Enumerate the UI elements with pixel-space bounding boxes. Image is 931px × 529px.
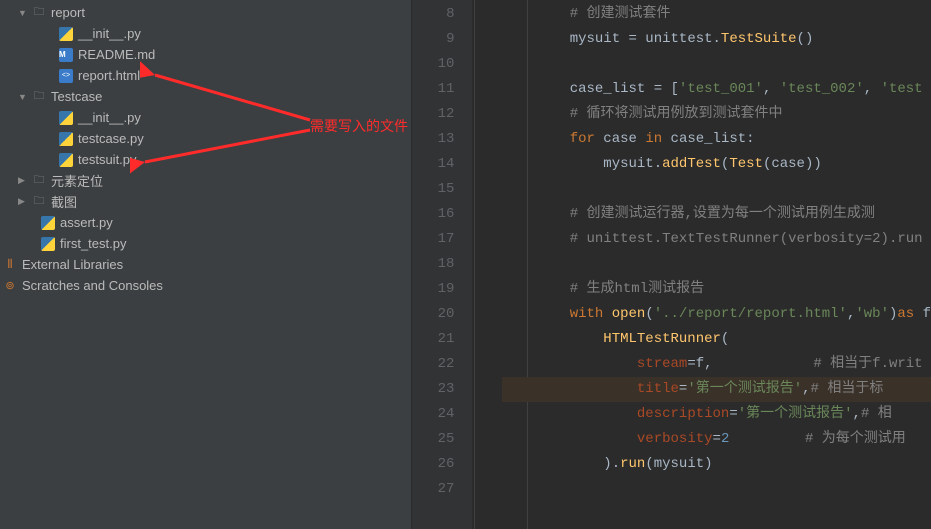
tree-label: 截图 bbox=[51, 192, 77, 211]
tree-folder-yuansu[interactable]: ▶ 🗀 元素定位 bbox=[0, 170, 411, 191]
folder-icon: 🗀 bbox=[31, 5, 47, 21]
line-number: 17 bbox=[412, 227, 454, 252]
tree-file-assert[interactable]: assert.py bbox=[0, 212, 411, 233]
tree-label: Scratches and Consoles bbox=[22, 278, 163, 293]
line-number: 11 bbox=[412, 77, 454, 102]
code-line: case_list = ['test_001', 'test_002', 'te… bbox=[502, 77, 931, 102]
annotation-text: 需要写入的文件 bbox=[310, 116, 408, 136]
folder-icon: 🗀 bbox=[31, 89, 47, 105]
line-number: 25 bbox=[412, 427, 454, 452]
code-line: # 创建测试运行器,设置为每一个测试用例生成测 bbox=[502, 202, 931, 227]
tree-file-report-html[interactable]: report.html bbox=[0, 65, 411, 86]
line-number: 8 bbox=[412, 2, 454, 27]
code-line: HTMLTestRunner( bbox=[502, 327, 931, 352]
tree-label: report.html bbox=[78, 68, 140, 83]
folder-icon: 🗀 bbox=[31, 173, 47, 189]
line-number: 18 bbox=[412, 252, 454, 277]
python-file-icon bbox=[58, 152, 74, 168]
expand-arrow-icon: ▼ bbox=[18, 92, 28, 102]
line-number: 26 bbox=[412, 452, 454, 477]
tree-file-first-test[interactable]: first_test.py bbox=[0, 233, 411, 254]
code-line: mysuit = unittest.TestSuite() bbox=[502, 27, 931, 52]
code-line bbox=[502, 252, 931, 277]
tree-file-readme[interactable]: README.md bbox=[0, 44, 411, 65]
libraries-icon: ⫴ bbox=[2, 257, 18, 273]
line-number: 15 bbox=[412, 177, 454, 202]
tree-label: report bbox=[51, 5, 85, 20]
tree-label: Testcase bbox=[51, 89, 102, 104]
code-line: mysuit.addTest(Test(case)) bbox=[502, 152, 931, 177]
scratches-icon: ⊚ bbox=[2, 278, 18, 294]
code-line bbox=[502, 52, 931, 77]
code-editor[interactable]: 8 9 10 11 12 13 14 15 16 17 18 19 20 21 … bbox=[412, 0, 931, 529]
line-number: 14 bbox=[412, 152, 454, 177]
tree-folder-jietu[interactable]: ▶ 🗀 截图 bbox=[0, 191, 411, 212]
python-file-icon bbox=[58, 26, 74, 42]
markdown-file-icon bbox=[58, 47, 74, 63]
collapse-arrow-icon: ▶ bbox=[18, 196, 28, 207]
line-number: 10 bbox=[412, 52, 454, 77]
tree-folder-report[interactable]: ▼ 🗀 report bbox=[0, 2, 411, 23]
tree-label: testcase.py bbox=[78, 131, 144, 146]
line-number: 13 bbox=[412, 127, 454, 152]
folder-icon: 🗀 bbox=[31, 194, 47, 210]
tree-file-init[interactable]: __init__.py bbox=[0, 23, 411, 44]
collapse-arrow-icon: ▶ bbox=[18, 175, 28, 186]
tree-scratches[interactable]: ⊚ Scratches and Consoles bbox=[0, 275, 411, 296]
code-line: # 循环将测试用例放到测试套件中 bbox=[502, 102, 931, 127]
tree-label: __init__.py bbox=[78, 26, 141, 41]
line-number: 22 bbox=[412, 352, 454, 377]
line-number: 9 bbox=[412, 27, 454, 52]
tree-label: assert.py bbox=[60, 215, 113, 230]
code-line: title='第一个测试报告',# 相当于标 bbox=[502, 377, 931, 402]
code-line: with open('../report/report.html','wb')a… bbox=[502, 302, 931, 327]
code-line: ).run(mysuit) bbox=[502, 452, 931, 477]
tree-folder-testcase[interactable]: ▼ 🗀 Testcase bbox=[0, 86, 411, 107]
line-number: 27 bbox=[412, 477, 454, 502]
code-line: verbosity=2 # 为每个测试用 bbox=[502, 427, 931, 452]
code-line: description='第一个测试报告',# 相 bbox=[502, 402, 931, 427]
html-file-icon bbox=[58, 68, 74, 84]
line-number: 20 bbox=[412, 302, 454, 327]
line-number: 19 bbox=[412, 277, 454, 302]
line-number: 16 bbox=[412, 202, 454, 227]
tree-file-testsuit[interactable]: testsuit.py bbox=[0, 149, 411, 170]
tree-label: README.md bbox=[78, 47, 155, 62]
project-tree-panel: ▼ 🗀 report __init__.py README.md report.… bbox=[0, 0, 412, 529]
code-line bbox=[502, 177, 931, 202]
line-number: 12 bbox=[412, 102, 454, 127]
python-file-icon bbox=[40, 236, 56, 252]
tree-external-libraries[interactable]: ⫴ External Libraries bbox=[0, 254, 411, 275]
python-file-icon bbox=[58, 110, 74, 126]
code-line: for case in case_list: bbox=[502, 127, 931, 152]
line-number: 23 bbox=[412, 377, 454, 402]
code-line: # 创建测试套件 bbox=[502, 2, 931, 27]
line-number: 21 bbox=[412, 327, 454, 352]
tree-label: __init__.py bbox=[78, 110, 141, 125]
code-line: # unittest.TextTestRunner(verbosity=2).r… bbox=[502, 227, 931, 252]
python-file-icon bbox=[58, 131, 74, 147]
code-line: stream=f, # 相当于f.writ bbox=[502, 352, 931, 377]
tree-label: External Libraries bbox=[22, 257, 123, 272]
tree-label: testsuit.py bbox=[78, 152, 137, 167]
expand-arrow-icon: ▼ bbox=[18, 8, 28, 18]
python-file-icon bbox=[40, 215, 56, 231]
code-text-area[interactable]: # 创建测试套件 mysuit = unittest.TestSuite() c… bbox=[472, 0, 931, 529]
code-line: # 生成html测试报告 bbox=[502, 277, 931, 302]
tree-label: first_test.py bbox=[60, 236, 126, 251]
tree-label: 元素定位 bbox=[51, 171, 103, 190]
line-number: 24 bbox=[412, 402, 454, 427]
line-gutter: 8 9 10 11 12 13 14 15 16 17 18 19 20 21 … bbox=[412, 0, 472, 529]
